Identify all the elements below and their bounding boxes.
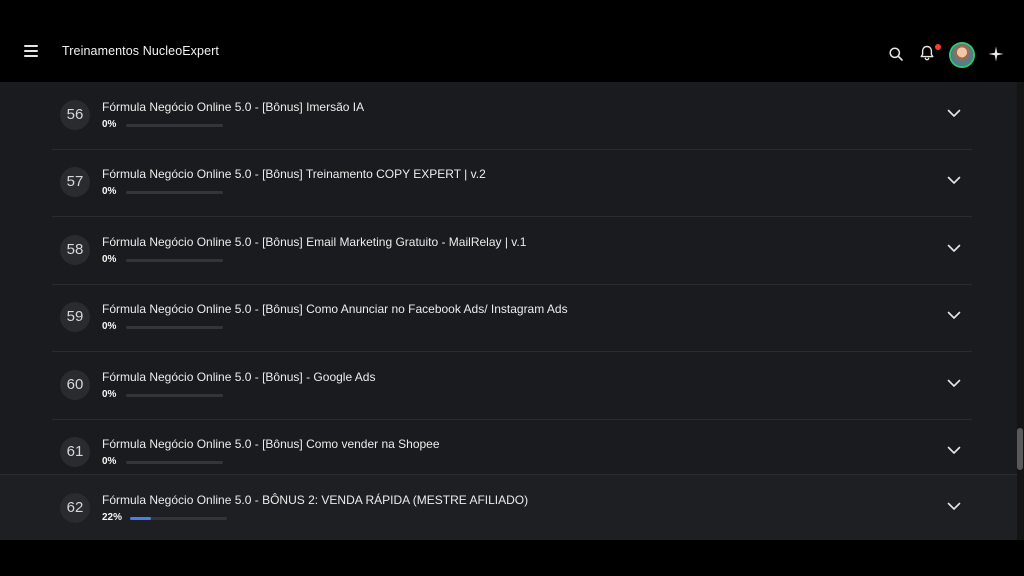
module-progress-bar (126, 259, 223, 262)
chevron-down-icon[interactable] (947, 502, 961, 511)
module-progress-bar (126, 461, 223, 464)
module-progress-label: 0% (102, 321, 117, 332)
chevron-down-icon[interactable] (947, 446, 961, 455)
module-number-badge: 57 (60, 167, 90, 197)
module-row[interactable]: 58 Fórmula Negócio Online 5.0 - [Bônus] E… (52, 217, 972, 285)
module-progress-fill (130, 517, 152, 520)
top-bar: Treinamentos NucleoExpert (0, 0, 1024, 82)
module-row[interactable]: 59 Fórmula Negócio Online 5.0 - [Bônus] C… (52, 284, 972, 352)
module-title: Fórmula Negócio Online 5.0 - [Bônus] Com… (102, 302, 568, 316)
module-row[interactable]: 62 Fórmula Negócio Online 5.0 - BÔNUS 2: … (0, 474, 1017, 540)
module-title: Fórmula Negócio Online 5.0 - [Bônus] Com… (102, 437, 440, 451)
module-progress-bar (130, 517, 227, 520)
module-title: Fórmula Negócio Online 5.0 - [Bônus] Ime… (102, 100, 365, 114)
module-row[interactable]: 56 Fórmula Negócio Online 5.0 - [Bônus] I… (52, 82, 972, 150)
module-number-badge: 60 (60, 370, 90, 400)
chevron-down-icon[interactable] (947, 109, 961, 118)
module-number-badge: 58 (60, 235, 90, 265)
app: Treinamentos NucleoExpert 56 Fórmula Negó… (0, 0, 1024, 576)
module-number-badge: 61 (60, 437, 90, 467)
module-progress-label: 0% (102, 119, 117, 130)
module-title: Fórmula Negócio Online 5.0 - [Bônus] - G… (102, 370, 376, 384)
bell-icon[interactable] (918, 44, 936, 62)
chevron-down-icon[interactable] (947, 244, 961, 253)
notification-dot (935, 44, 941, 50)
module-number-badge: 59 (60, 302, 90, 332)
module-row[interactable]: 60 Fórmula Negócio Online 5.0 - [Bônus] -… (52, 352, 972, 420)
search-icon[interactable] (888, 46, 904, 62)
module-progress-bar (126, 191, 223, 194)
module-progress-bar (126, 394, 223, 397)
avatar[interactable] (951, 44, 973, 66)
scrollbar-track[interactable] (1017, 82, 1024, 540)
module-progress-bar (126, 124, 223, 127)
menu-icon[interactable] (24, 45, 38, 57)
module-number-badge: 56 (60, 100, 90, 130)
modules-list: 56 Fórmula Negócio Online 5.0 - [Bônus] I… (0, 82, 1017, 540)
sparkle-icon[interactable] (988, 46, 1004, 62)
module-progress-label: 0% (102, 456, 117, 467)
chevron-down-icon[interactable] (947, 311, 961, 320)
module-progress-label: 0% (102, 186, 117, 197)
module-row[interactable]: 57 Fórmula Negócio Online 5.0 - [Bônus] T… (52, 149, 972, 217)
chevron-down-icon[interactable] (947, 176, 961, 185)
chevron-down-icon[interactable] (947, 379, 961, 388)
module-progress-bar (126, 326, 223, 329)
module-title: Fórmula Negócio Online 5.0 - [Bônus] Tre… (102, 167, 486, 181)
module-title: Fórmula Negócio Online 5.0 - BÔNUS 2: VE… (102, 493, 529, 507)
module-progress-label: 0% (102, 254, 117, 265)
module-number-badge: 62 (60, 493, 90, 523)
app-title: Treinamentos NucleoExpert (62, 44, 219, 58)
scrollbar-thumb[interactable] (1017, 428, 1023, 470)
module-progress-label: 0% (102, 389, 117, 400)
module-title: Fórmula Negócio Online 5.0 - [Bônus] Ema… (102, 235, 527, 249)
module-progress-label: 22% (102, 512, 123, 523)
bottom-bar (0, 540, 1024, 576)
